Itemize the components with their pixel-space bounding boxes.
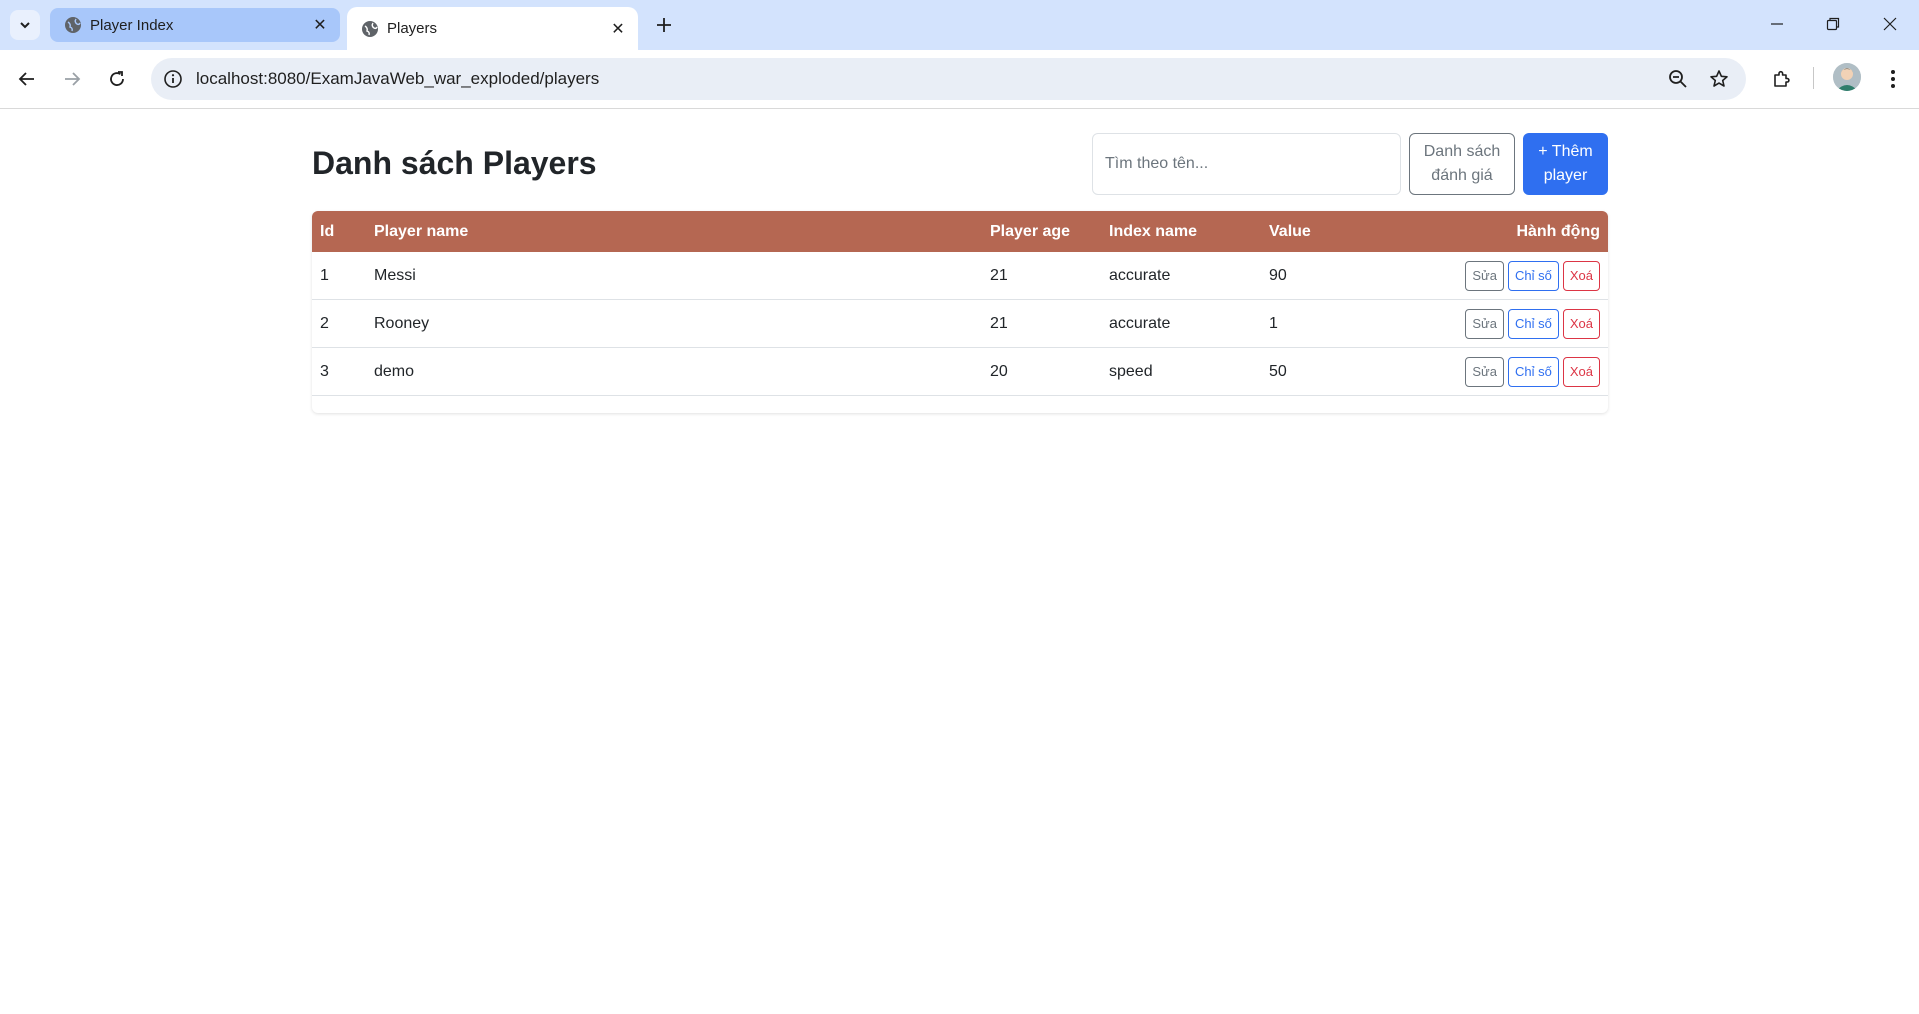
address-bar[interactable]: localhost:8080/ExamJavaWeb_war_exploded/… [151, 58, 1746, 100]
cell-actions: Sửa Chỉ số Xoá [1437, 347, 1608, 396]
more-vertical-icon [1891, 70, 1895, 88]
cell-player-name: Rooney [366, 299, 982, 348]
chevron-down-icon [20, 22, 30, 29]
ratings-list-button[interactable]: Danh sách đánh giá [1409, 133, 1515, 195]
puzzle-icon [1774, 70, 1790, 87]
reload-icon [110, 71, 124, 86]
page-title: Danh sách Players [312, 145, 597, 181]
tab-strip: Player Index ✕ Players ✕ [0, 0, 1919, 50]
table-row: 3 demo 20 speed 50 Sửa Chỉ số Xoá [312, 347, 1608, 396]
close-icon [1883, 17, 1897, 31]
edit-button[interactable]: Sửa [1465, 308, 1504, 339]
arrow-left-icon [18, 72, 34, 86]
close-icon[interactable]: ✕ [608, 19, 628, 39]
reload-button[interactable] [101, 63, 133, 95]
cell-index-name: speed [1101, 347, 1261, 396]
star-icon [1710, 70, 1728, 87]
delete-button[interactable]: Xoá [1562, 356, 1600, 387]
stats-button[interactable]: Chỉ số [1508, 356, 1559, 387]
menu-button[interactable] [1877, 63, 1909, 95]
profile-icon [1833, 63, 1861, 91]
globe-icon [362, 20, 378, 37]
column-header-actions: Hành động [1516, 222, 1600, 240]
search-input[interactable] [1092, 133, 1401, 195]
column-header-index: Index name [1109, 222, 1198, 240]
delete-button[interactable]: Xoá [1562, 308, 1600, 339]
cell-player-name: demo [366, 347, 982, 396]
cell-value: 1 [1261, 299, 1437, 348]
cell-value: 50 [1261, 347, 1437, 396]
cell-player-age: 20 [982, 347, 1101, 396]
back-button[interactable] [11, 63, 43, 95]
add-player-button[interactable]: + Thêm player [1523, 133, 1608, 195]
forward-button[interactable] [56, 63, 88, 95]
restore-icon [1826, 17, 1840, 31]
table-row: 2 Rooney 21 accurate 1 Sửa Chỉ số Xoá [312, 299, 1608, 348]
zoom-out-icon [1669, 70, 1687, 88]
column-header-age: Player age [990, 222, 1071, 240]
table-header-row: Id Player name Player age Index name Val… [312, 211, 1608, 252]
delete-button[interactable]: Xoá [1562, 260, 1600, 291]
edit-button[interactable]: Sửa [1465, 356, 1504, 387]
toolbar-separator [1813, 67, 1814, 89]
cell-player-name: Messi [366, 252, 982, 300]
cell-player-age: 21 [982, 252, 1101, 300]
bookmark-button[interactable] [1707, 67, 1731, 91]
cell-actions: Sửa Chỉ số Xoá [1437, 252, 1608, 300]
table-row: 1 Messi 21 accurate 90 Sửa Chỉ số Xoá [312, 252, 1608, 300]
tab-players[interactable]: Players ✕ [347, 7, 638, 50]
info-icon[interactable] [163, 69, 183, 89]
cell-id: 2 [312, 299, 366, 348]
avatar[interactable] [1833, 63, 1861, 91]
column-header-value: Value [1269, 222, 1311, 240]
cell-player-age: 21 [982, 299, 1101, 348]
cell-id: 1 [312, 252, 366, 300]
close-icon[interactable]: ✕ [310, 15, 330, 35]
stats-button[interactable]: Chỉ số [1508, 260, 1559, 291]
column-header-id: Id [320, 222, 335, 240]
cell-index-name: accurate [1101, 252, 1261, 300]
players-table: Id Player name Player age Index name Val… [312, 211, 1608, 396]
column-header-name: Player name [374, 222, 469, 240]
restore-button[interactable] [1813, 8, 1853, 40]
cell-actions: Sửa Chỉ số Xoá [1437, 299, 1608, 348]
url-text[interactable]: localhost:8080/ExamJavaWeb_war_exploded/… [196, 69, 599, 89]
cell-id: 3 [312, 347, 366, 396]
tab-title: Player Index [90, 16, 174, 34]
minimize-button[interactable] [1757, 8, 1797, 40]
tab-title: Players [387, 20, 438, 37]
arrow-right-icon [65, 72, 81, 86]
tab-search-button[interactable] [10, 10, 40, 40]
zoom-button[interactable] [1666, 67, 1690, 91]
stats-button[interactable]: Chỉ số [1508, 308, 1559, 339]
browser-toolbar: localhost:8080/ExamJavaWeb_war_exploded/… [0, 50, 1919, 109]
cell-value: 90 [1261, 252, 1437, 300]
tab-player-index[interactable]: Player Index ✕ [50, 8, 340, 42]
close-window-button[interactable] [1870, 8, 1910, 40]
minimize-icon [1771, 23, 1783, 25]
plus-icon [657, 18, 671, 32]
new-tab-button[interactable] [650, 11, 678, 39]
extensions-button[interactable] [1766, 63, 1798, 95]
cell-index-name: accurate [1101, 299, 1261, 348]
players-table-container: Id Player name Player age Index name Val… [312, 211, 1608, 413]
globe-icon [65, 17, 81, 33]
edit-button[interactable]: Sửa [1465, 260, 1504, 291]
